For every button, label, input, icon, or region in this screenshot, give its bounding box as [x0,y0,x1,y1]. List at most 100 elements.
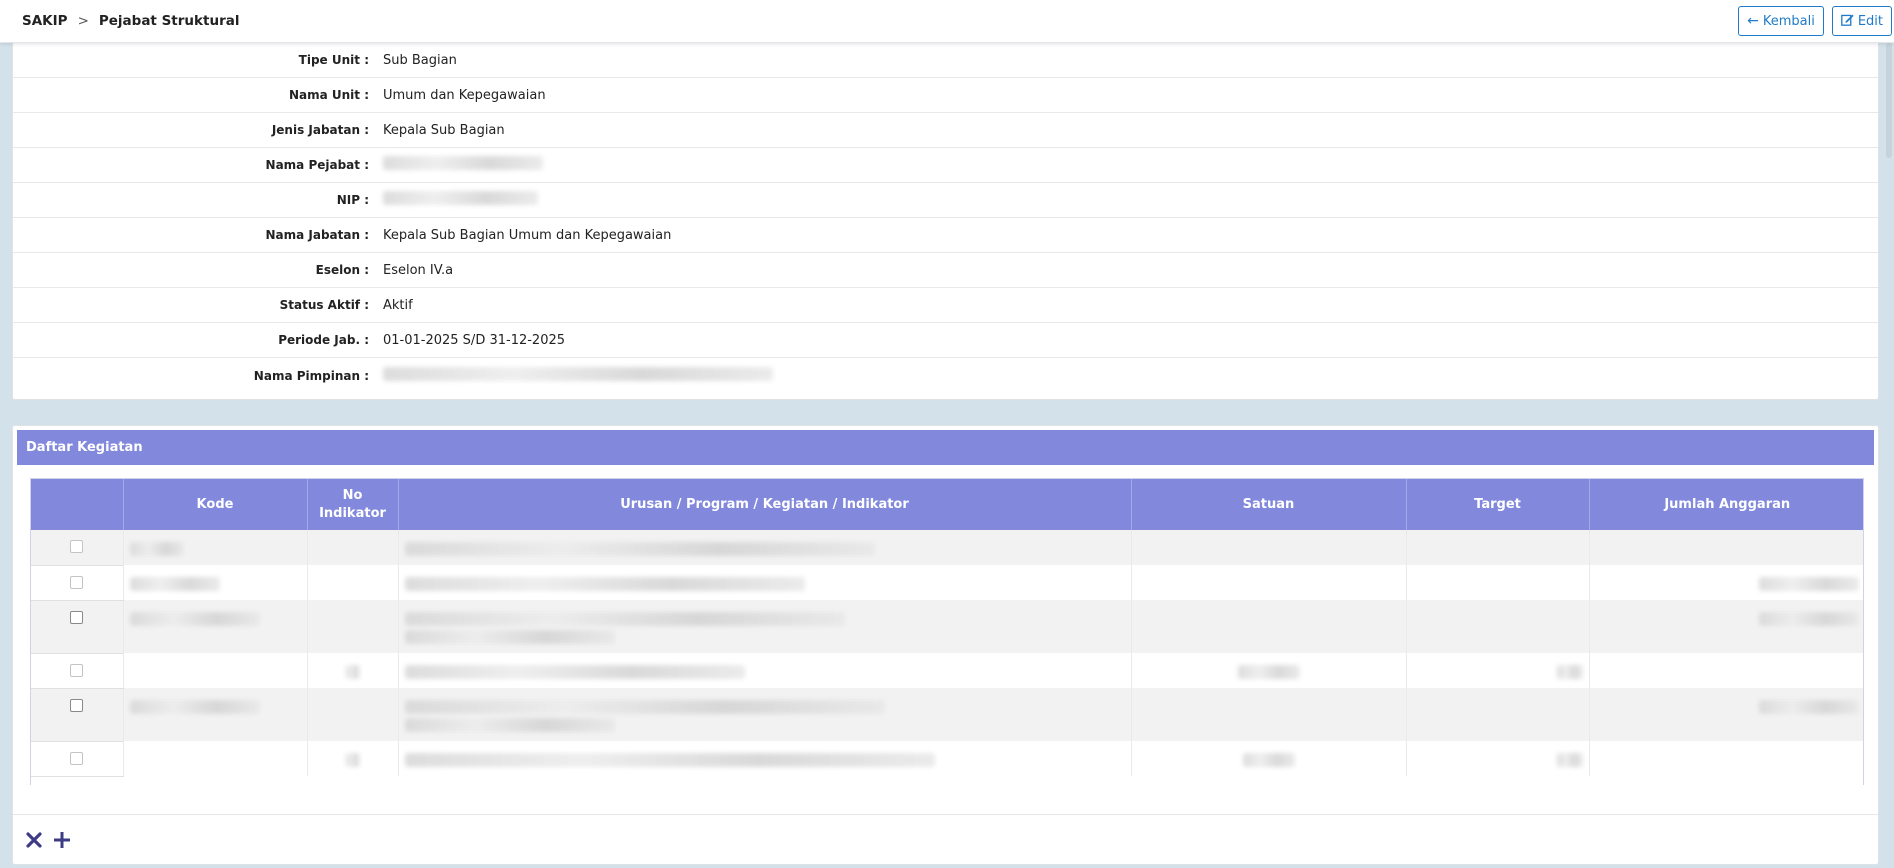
row-select-cell [31,600,124,654]
satuan-cell [1131,741,1407,776]
redacted-value [383,191,538,209]
row-select-cell [31,565,124,601]
row-select-cell [31,653,124,689]
detail-row-nama-pejabat: Nama Pejabat : [13,148,1878,183]
no-indikator-cell [307,741,399,776]
target-cell [1406,530,1590,565]
row-checkbox[interactable] [70,610,84,624]
urusan-cell [398,741,1132,776]
target-cell [1406,741,1590,776]
back-button[interactable]: ← Kembali [1738,6,1824,36]
table-row[interactable] [31,653,1863,689]
kode-cell [123,688,308,741]
jumlah-cell [1589,741,1863,776]
urusan-cell [398,688,1132,741]
row-checkbox[interactable] [70,663,84,677]
column-header-no-indikator[interactable]: No Indikator [307,479,399,530]
jumlah-cell [1589,600,1863,653]
detail-row-eselon: Eselon : Eselon IV.a [13,253,1878,288]
column-header-indikator: Indikator [319,505,386,521]
kegiatan-table: Kode No Indikator Urusan / Program / Keg… [31,479,1863,777]
column-header-no: No [342,487,363,503]
kode-cell [123,565,308,600]
table-row[interactable] [31,565,1863,601]
row-select-cell [31,741,124,777]
edit-icon [1840,13,1854,29]
column-header-satuan[interactable]: Satuan [1131,479,1407,530]
scrollbar-track[interactable] [1884,43,1894,868]
urusan-cell [398,565,1132,600]
no-indikator-cell [307,565,399,600]
detail-row-tipe-unit: Tipe Unit : Sub Bagian [13,43,1878,78]
row-checkbox[interactable] [70,540,84,553]
satuan-cell [1131,653,1407,688]
detail-row-nip: NIP : [13,183,1878,218]
column-header-urusan[interactable]: Urusan / Program / Kegiatan / Indikator [398,479,1132,530]
detail-value: 01-01-2025 S/D 31-12-2025 [383,332,566,348]
table-row[interactable] [31,600,1863,654]
detail-row-nama-jabatan: Nama Jabatan : Kepala Sub Bagian Umum da… [13,218,1878,253]
detail-label: Nama Jabatan : [265,228,369,242]
breadcrumb-root[interactable]: SAKIP [22,13,68,29]
detail-value: Eselon IV.a [383,262,454,278]
detail-value: Sub Bagian [383,52,457,68]
target-cell [1406,688,1590,741]
urusan-cell [398,530,1132,565]
action-buttons: ← Kembali Edit [1738,6,1892,36]
kegiatan-panel-title: Daftar Kegiatan [17,430,1874,465]
row-select-cell [31,688,124,742]
breadcrumb: SAKIP > Pejabat Struktural [22,13,239,29]
detail-label: Nama Pejabat : [265,158,369,172]
kode-cell [123,741,308,776]
satuan-cell [1131,530,1407,565]
detail-value: Aktif [383,297,413,313]
row-checkbox[interactable] [70,575,84,589]
target-cell [1406,565,1590,600]
detail-label: Periode Jab. : [278,333,369,347]
table-toolbar [13,814,1878,864]
detail-value: Kepala Sub Bagian Umum dan Kepegawaian [383,227,672,243]
plus-icon[interactable] [51,829,73,851]
jumlah-cell [1589,565,1863,600]
row-checkbox[interactable] [70,751,84,765]
kegiatan-table-wrapper[interactable]: Kode No Indikator Urusan / Program / Keg… [30,478,1864,785]
detail-label: Eselon : [315,263,369,277]
row-select-cell [31,530,124,566]
column-header-jumlah-anggaran[interactable]: Jumlah Anggaran [1589,479,1863,530]
column-header-target[interactable]: Target [1406,479,1590,530]
detail-label: Tipe Unit : [298,53,369,67]
row-checkbox[interactable] [70,698,84,712]
no-indikator-cell [307,653,399,688]
satuan-cell [1131,600,1407,653]
detail-value: Umum dan Kepegawaian [383,87,546,103]
detail-value: Kepala Sub Bagian [383,122,505,138]
edit-button-label: Edit [1857,13,1883,29]
kode-cell [123,600,308,653]
breadcrumb-separator: > [77,13,89,29]
redacted-value [383,156,543,174]
arrow-left-icon: ← [1747,13,1759,29]
table-row[interactable] [31,530,1863,566]
detail-row-nama-unit: Nama Unit : Umum dan Kepegawaian [13,78,1878,113]
no-indikator-cell [307,530,399,565]
detail-label: Nama Unit : [288,88,369,102]
close-icon[interactable] [23,829,45,851]
jumlah-cell [1589,653,1863,688]
jumlah-cell [1589,530,1863,565]
column-header-kode[interactable]: Kode [123,479,308,530]
kode-cell [123,653,308,688]
kegiatan-panel: Daftar Kegiatan Kode No Indikator Urusan… [12,425,1879,865]
column-header-select [31,479,124,530]
no-indikator-cell [307,688,399,741]
breadcrumb-current: Pejabat Struktural [98,13,240,29]
urusan-cell [398,600,1132,653]
detail-row-status-aktif: Status Aktif : Aktif [13,288,1878,323]
detail-label: Status Aktif : [279,298,369,312]
scrollbar-thumb[interactable] [1886,43,1892,158]
edit-button[interactable]: Edit [1831,6,1892,36]
detail-row-nama-pimpinan: Nama Pimpinan : [13,358,1878,393]
no-indikator-cell [307,600,399,653]
table-row[interactable] [31,688,1863,742]
table-row[interactable] [31,741,1863,777]
satuan-cell [1131,688,1407,741]
